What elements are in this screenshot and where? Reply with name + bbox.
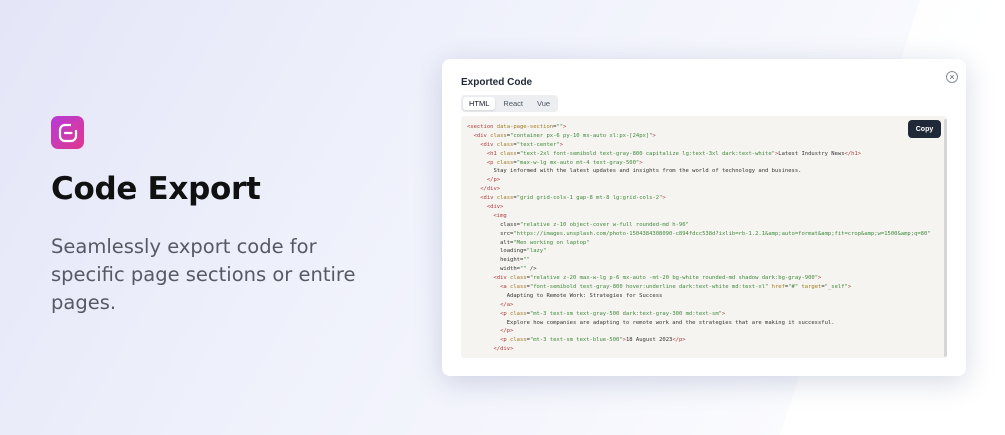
code-line: Adapting to Remote Work: Strategies for … <box>467 292 663 299</box>
code-line: loading="lazy" <box>467 248 547 255</box>
code-line: <div class="relative z-20 max-w-lg p-6 m… <box>493 275 822 282</box>
code-line: src="https://images.unsplash.com/photo-1… <box>467 230 931 237</box>
code-line: width="" /> <box>467 266 537 273</box>
code-line: <div class="grid grid-cols-1 gap-8 mt-8 … <box>480 195 666 202</box>
tab-html[interactable]: HTML <box>463 97 496 110</box>
code-line: </div> <box>493 346 514 353</box>
close-icon[interactable]: × <box>946 71 958 83</box>
tab-vue[interactable]: Vue <box>531 97 556 110</box>
code-line: </p> <box>486 177 501 184</box>
code-line: Stay informed with the latest updates an… <box>467 168 802 175</box>
code-line: <p class="max-w-lg mx-auto mt-4 text-gra… <box>486 159 643 166</box>
hero-title: Code Export <box>51 171 261 207</box>
code-line: <div class="container px-6 py-10 mx-auto… <box>473 132 656 139</box>
code-line: <section data-page-section=""> <box>467 124 567 130</box>
modal-title: Exported Code <box>461 77 533 88</box>
code-line: <img <box>493 212 507 219</box>
code-line: Explore how companies are adapting to re… <box>467 319 835 326</box>
code-line: class="relative z-10 object-cover w-full… <box>467 221 689 228</box>
tab-react[interactable]: React <box>497 97 529 110</box>
code-line: </div> <box>480 186 501 193</box>
code-line: </a> <box>500 301 514 308</box>
code-line: <a class="font-semibold text-gray-800 ho… <box>500 284 852 291</box>
exported-code-modal: Exported Code × HTML React Vue <section … <box>442 59 966 376</box>
code-scrollbar[interactable] <box>944 119 947 357</box>
code-line: <p class="mt-3 text-sm text-blue-500">18… <box>500 337 686 344</box>
code-line: <div> <box>486 204 504 211</box>
code-format-tabs: HTML React Vue <box>461 95 559 112</box>
code-line: <h1 class="text-2xl font-semibold text-g… <box>486 150 862 157</box>
code-line: <div class="text-center"> <box>480 141 564 148</box>
code-line: <p class="mt-3 text-sm text-gray-500 dar… <box>500 310 726 317</box>
code-line: height="" <box>467 257 530 264</box>
brand-logo-icon <box>51 116 84 149</box>
code-block: <section data-page-section=""> <div clas… <box>467 123 943 354</box>
code-line: </p> <box>500 328 514 335</box>
code-line: alt="Men working on laptop" <box>467 239 590 246</box>
code-viewer[interactable]: <section data-page-section=""> <div clas… <box>461 116 947 358</box>
hero-description: Seamlessly export code for specific page… <box>51 235 356 314</box>
copy-button[interactable]: Copy <box>908 120 941 138</box>
